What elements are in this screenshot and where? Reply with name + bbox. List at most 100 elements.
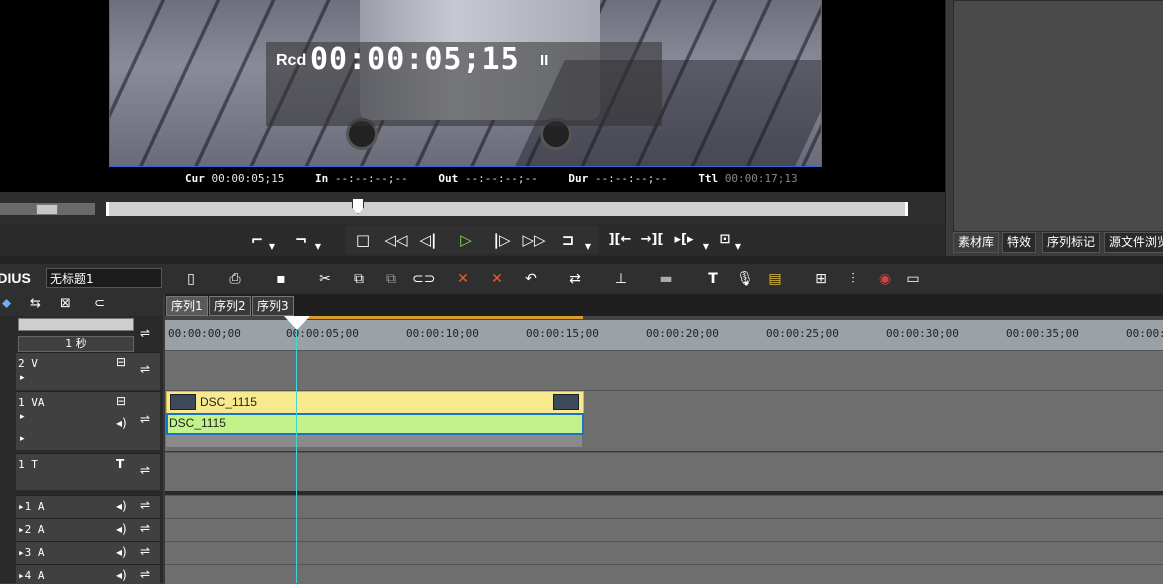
rewind-icon[interactable]: ◁◁ <box>382 228 410 252</box>
tab-sequence1[interactable]: 序列1 <box>166 296 208 316</box>
delete-icon[interactable]: ✕ <box>452 268 474 290</box>
sync-icon[interactable]: ⇌ <box>140 567 150 581</box>
paste-icon[interactable]: ⧉ <box>380 268 402 290</box>
audio-clip[interactable] <box>166 413 584 435</box>
track-lane-1t[interactable] <box>165 452 1163 492</box>
tab-sequence3[interactable]: 序列3 <box>252 296 294 316</box>
tab-source-browser[interactable]: 源文件浏览 <box>1104 232 1163 253</box>
track-header-2a[interactable]: ▸2 A ◂) <box>16 518 160 541</box>
track-header-3a[interactable]: ▸3 A ◂) <box>16 541 160 564</box>
ruler-label: 00:00:25;00 <box>766 327 839 340</box>
bin-panel <box>953 0 1163 232</box>
tab-effects[interactable]: 特效 <box>1002 232 1037 253</box>
track-name: ▸2 A <box>18 523 45 536</box>
track-name: ▸3 A <box>18 546 45 559</box>
expand-icon[interactable]: ▸ <box>20 434 25 444</box>
sync-icon[interactable]: ⇌ <box>140 463 150 477</box>
track-name: ▸1 A <box>18 500 45 513</box>
track-name: ▸4 A <box>18 569 45 582</box>
open-project-icon[interactable]: ⎙ <box>224 268 246 290</box>
track-header-1a[interactable]: ▸1 A ◂) <box>16 495 160 518</box>
shuttle-slider-grip[interactable] <box>36 204 58 215</box>
mark-out-icon[interactable]: ¬ <box>290 228 312 252</box>
chevron-down-icon[interactable]: ▼ <box>732 228 744 252</box>
tab-sequence2[interactable]: 序列2 <box>209 296 251 316</box>
video-mute-icon[interactable]: ⊟ <box>116 355 126 369</box>
mixer-icon[interactable]: ⫶ <box>842 268 864 290</box>
speaker-icon[interactable]: ◂) <box>116 416 127 430</box>
track-lane-2a[interactable] <box>165 518 1163 541</box>
track-header-1va[interactable]: 1 VA ⊟ ▸ ◂) ▸ <box>16 391 160 450</box>
step-back-icon[interactable]: ◁| <box>416 228 440 252</box>
project-name-field[interactable]: 无标题1 <box>46 268 162 288</box>
video-mute-icon[interactable]: ⊟ <box>116 394 126 408</box>
sync-icon[interactable]: ⇌ <box>140 521 150 535</box>
mark-in-icon[interactable]: ⌐ <box>246 228 268 252</box>
speaker-icon[interactable]: ◂) <box>116 568 127 582</box>
zoom-slider[interactable] <box>18 318 134 331</box>
ripple-delete-icon[interactable]: ✕ <box>486 268 508 290</box>
cut-icon[interactable]: ✂ <box>314 268 336 290</box>
add-clip-transition-icon[interactable]: ▬ <box>652 268 680 290</box>
speaker-icon[interactable]: ◂) <box>116 545 127 559</box>
tab-sequence-markers[interactable]: 序列标记 <box>1042 232 1101 253</box>
rcd-label: Rcd <box>276 52 307 69</box>
speaker-icon[interactable]: ◂) <box>116 522 127 536</box>
play-icon[interactable]: ▷ <box>454 228 478 252</box>
render-icon[interactable]: ▤ <box>764 268 786 290</box>
split-icon[interactable]: ▸[▸ <box>670 228 698 252</box>
divider[interactable] <box>0 256 1163 264</box>
position-slider[interactable] <box>106 202 908 216</box>
add-transition-icon[interactable]: ⊥ <box>610 268 632 290</box>
multicam-icon[interactable]: ⊞ <box>810 268 832 290</box>
chevron-down-icon[interactable]: ▼ <box>266 228 278 252</box>
goto-in-icon[interactable]: ][← <box>606 228 634 252</box>
goto-out-icon[interactable]: →][ <box>638 228 666 252</box>
stop-icon[interactable]: □ <box>352 228 374 252</box>
sync-icon[interactable]: ⇌ <box>140 544 150 558</box>
ruler-label: 00:00:10;00 <box>406 327 479 340</box>
in-value: --:--:--;-- <box>334 172 408 185</box>
redo-icon[interactable]: ⇄ <box>564 268 586 290</box>
track-lane-3a[interactable] <box>165 541 1163 564</box>
loop-icon[interactable]: ⊐ <box>556 228 580 252</box>
zoom-select[interactable]: 1 秒 <box>18 336 134 352</box>
title-icon[interactable]: T <box>702 268 724 290</box>
color-correction-icon[interactable]: ◉ <box>874 268 896 290</box>
ruler-label: 00:00:30;00 <box>886 327 959 340</box>
zoom-label: 1 秒 <box>65 337 87 350</box>
tab-bin[interactable]: 素材库 <box>953 232 1000 253</box>
chevron-down-icon[interactable]: ▼ <box>700 228 712 252</box>
sync-icon[interactable]: ⇌ <box>140 362 150 376</box>
playhead-line[interactable] <box>296 330 297 583</box>
sync-icon[interactable]: ⇌ <box>140 412 150 426</box>
microphone-icon[interactable]: 🎙 <box>734 268 756 290</box>
save-icon[interactable]: ▪ <box>270 268 292 290</box>
ripple-icon[interactable]: ⇆ <box>30 296 41 311</box>
track-lane-2v[interactable] <box>165 350 1163 391</box>
undo-icon[interactable]: ↶ <box>520 268 542 290</box>
sync-icon[interactable]: ⇌ <box>140 326 150 340</box>
new-sequence-icon[interactable]: ▯ <box>180 268 202 290</box>
ruler-label: 00:00:35;00 <box>1006 327 1079 340</box>
expand-icon[interactable]: ▸ <box>20 373 25 383</box>
step-forward-icon[interactable]: |▷ <box>490 228 514 252</box>
layout-icon[interactable]: ▭ <box>902 268 924 290</box>
copy-icon[interactable]: ⧉ <box>348 268 370 290</box>
sync-icon[interactable]: ⊂ <box>94 296 105 311</box>
chevron-down-icon[interactable]: ▼ <box>312 228 324 252</box>
track-lane-1a[interactable] <box>165 495 1163 518</box>
playhead-marker[interactable] <box>284 316 310 330</box>
link-icon[interactable]: ⊂⊃ <box>412 268 435 290</box>
speaker-icon[interactable]: ◂) <box>116 499 127 513</box>
track-header-4a[interactable]: ▸4 A ◂) <box>16 564 160 584</box>
track-header-1t[interactable]: 1 T T <box>16 453 160 490</box>
track-lane-4a[interactable] <box>165 564 1163 584</box>
overwrite-icon[interactable]: ⊠ <box>60 296 71 311</box>
fast-forward-icon[interactable]: ▷▷ <box>520 228 548 252</box>
chevron-down-icon[interactable]: ▼ <box>582 228 594 252</box>
expand-icon[interactable]: ▸ <box>20 412 25 422</box>
sync-icon[interactable]: ⇌ <box>140 498 150 512</box>
track-add-icon[interactable]: ⬥ <box>2 296 11 311</box>
track-header-2v[interactable]: 2 V ⊟ ▸ <box>16 352 160 390</box>
